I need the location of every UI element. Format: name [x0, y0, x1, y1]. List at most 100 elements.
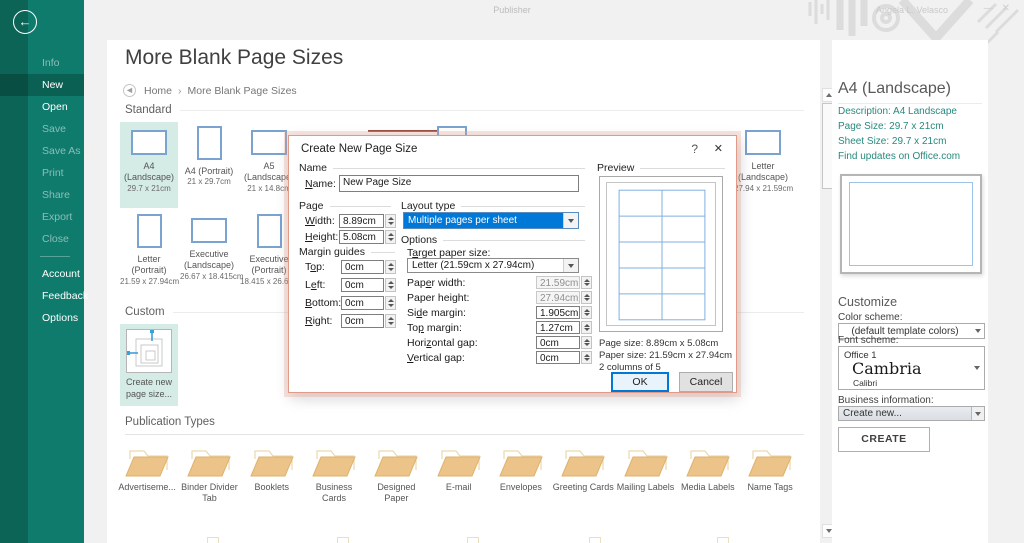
account-name[interactable]: Angela L. Velasco — [876, 5, 948, 15]
page-size-icon — [126, 329, 172, 373]
page-size-tile[interactable]: Letter (Portrait)21.59 x 27.94cm — [120, 210, 178, 296]
page-size-tile[interactable]: A4 (Portrait)21 x 29.7cm — [180, 122, 238, 208]
folder-label: Mailing Labels — [614, 482, 676, 493]
page-size-tile[interactable]: A4 (Landscape)29.7 x 21cm — [120, 122, 178, 208]
folder-label: E-mail — [427, 482, 489, 493]
breadcrumb-separator-icon: › — [178, 85, 182, 97]
vertical-gap-input[interactable]: 0cm — [536, 351, 580, 364]
page-thumbnail — [137, 214, 162, 248]
template-preview-image — [840, 174, 982, 274]
folder-label: Envelopes — [490, 482, 552, 493]
folder-fragment — [467, 537, 479, 543]
height-input[interactable]: 5.08cm — [339, 230, 384, 244]
tile-size: 29.7 x 21cm — [120, 184, 178, 194]
field-label: Right: — [305, 315, 332, 327]
tile-name: Letter (Portrait) — [120, 254, 178, 277]
standard-tiles-row1: A4 (Landscape)29.7 x 21cmA4 (Portrait)21… — [120, 122, 298, 208]
folder-fragment — [207, 537, 219, 543]
publication-type-designed-paper[interactable]: Designed Paper — [365, 440, 427, 505]
sidebar-item-options[interactable]: Options — [0, 307, 84, 329]
help-icon[interactable]: ? — [691, 142, 698, 156]
publication-type-media-labels[interactable]: Media Labels — [677, 440, 739, 505]
folder-icon — [560, 444, 606, 478]
name-input[interactable]: New Page Size — [339, 175, 579, 192]
sidebar-item-close: Close — [0, 228, 84, 250]
cancel-button[interactable]: Cancel — [679, 372, 733, 392]
sidebar-item-open[interactable]: Open — [0, 96, 84, 118]
template-sheet-size: Sheet Size: 29.7 x 21cm — [838, 136, 946, 147]
template-description: Description: A4 Landscape — [838, 106, 957, 117]
bottom-input[interactable]: 0cm — [341, 296, 384, 310]
spinner-control[interactable] — [581, 336, 592, 349]
spinner-control[interactable] — [581, 306, 592, 319]
minimize-icon[interactable]: — — [984, 3, 1002, 14]
folder-label: Designed Paper — [365, 482, 427, 505]
side-margin-input[interactable]: 1.905cm — [536, 306, 580, 319]
spinner-control[interactable] — [385, 296, 396, 310]
horizontal-gap-input[interactable]: 0cm — [536, 336, 580, 349]
breadcrumb-home[interactable]: Home — [144, 85, 172, 97]
width-input[interactable]: 8.89cm — [339, 214, 384, 228]
publisher-backstage-window: Publisher Angela L. Velasco —✕ ← InfoNew… — [0, 0, 1024, 543]
folder-icon — [186, 444, 232, 478]
spinner-control[interactable] — [385, 260, 396, 274]
right-input[interactable]: 0cm — [341, 314, 384, 328]
top-margin-input[interactable]: 1.27cm — [536, 321, 580, 334]
target-paper-size-select[interactable]: Letter (21.59cm x 27.94cm) — [407, 258, 579, 273]
sidebar-item-print: Print — [0, 162, 84, 184]
spinner-control[interactable] — [385, 314, 396, 328]
back-button[interactable]: ← — [13, 10, 37, 34]
publication-type-mailing-labels[interactable]: Mailing Labels — [614, 440, 676, 505]
find-updates-link[interactable]: Find updates on Office.com — [838, 151, 960, 162]
page-thumbnail — [131, 130, 167, 155]
folder-icon — [498, 444, 544, 478]
dialog-close-icon[interactable]: ✕ — [714, 142, 723, 155]
spinner-control[interactable] — [581, 321, 592, 334]
sidebar-item-feedback[interactable]: Feedback — [0, 285, 84, 307]
spinner-control[interactable] — [385, 230, 396, 244]
create-new-page-size-tile[interactable]: Create new page size... — [120, 324, 178, 406]
publication-type-e-mail[interactable]: E-mail — [427, 440, 489, 505]
sidebar-item-account[interactable]: Account — [0, 263, 84, 285]
spinner-control[interactable] — [385, 278, 396, 292]
window-close-icon[interactable]: ✕ — [1002, 3, 1018, 14]
create-button[interactable]: CREATE — [838, 427, 930, 452]
field-label: Paper height: — [407, 292, 469, 304]
field-label: Left: — [305, 279, 325, 291]
breadcrumb-back-icon[interactable]: ◄ — [123, 84, 136, 97]
spinner-control — [581, 276, 592, 289]
page-size-tile[interactable]: Letter (Landscape)27.94 x 21.59cm — [734, 122, 792, 208]
paper-width-input: 21.59cm — [536, 276, 580, 289]
folder-label: Media Labels — [677, 482, 739, 493]
publication-type-binder-divider-tab[interactable]: Binder Divider Tab — [178, 440, 240, 505]
template-details-panel: A4 (Landscape) Description: A4 Landscape… — [832, 40, 988, 543]
publication-types-row: Advertiseme...Binder Divider TabBooklets… — [116, 440, 801, 505]
sidebar-item-new[interactable]: New — [0, 74, 84, 96]
publication-type-greeting-cards[interactable]: Greeting Cards — [552, 440, 614, 505]
page-size-tile[interactable]: Executive (Landscape)26.67 x 18.415cm — [180, 210, 238, 296]
field-label: Side margin: — [407, 307, 466, 319]
field-label: Top: — [305, 261, 325, 273]
publication-type-advertiseme[interactable]: Advertiseme... — [116, 440, 178, 505]
top-input[interactable]: 0cm — [341, 260, 384, 274]
font-scheme-select[interactable]: Office 1 Cambria Calibri — [838, 346, 985, 390]
chevron-down-icon — [563, 213, 578, 228]
publication-type-business-cards[interactable]: Business Cards — [303, 440, 365, 505]
ok-button[interactable]: OK — [611, 372, 669, 392]
layout-type-select[interactable]: Multiple pages per sheet — [403, 212, 579, 229]
publication-type-booklets[interactable]: Booklets — [241, 440, 303, 505]
spinner-control[interactable] — [581, 351, 592, 364]
group-layout-type: Layout type — [401, 200, 585, 212]
page-thumbnail — [257, 214, 282, 248]
field-label: Height: — [305, 231, 338, 243]
publication-type-envelopes[interactable]: Envelopes — [490, 440, 552, 505]
business-info-select[interactable]: Create new... — [838, 406, 985, 421]
publication-type-name-tags[interactable]: Name Tags — [739, 440, 801, 505]
field-label: Bottom: — [305, 297, 341, 309]
spinner-control[interactable] — [385, 214, 396, 228]
name-label: Name: — [305, 178, 336, 190]
left-input[interactable]: 0cm — [341, 278, 384, 292]
section-publication-types: Publication Types — [125, 416, 804, 428]
backstage-menu: InfoNewOpenSaveSave AsPrintShareExportCl… — [0, 52, 84, 329]
custom-tile-label: Create new page size... — [120, 377, 178, 400]
